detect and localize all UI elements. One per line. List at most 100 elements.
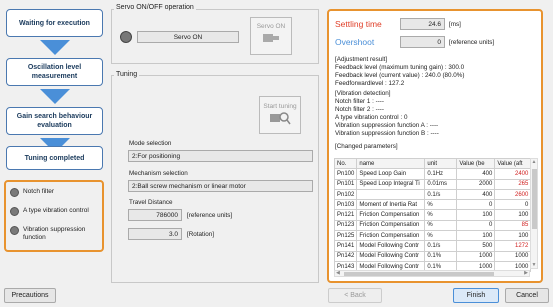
table-cell: 2600: [494, 188, 532, 201]
status-dot-icon: [10, 188, 19, 197]
cancel-button[interactable]: Cancel: [505, 288, 549, 303]
step-waiting: Waiting for execution: [6, 9, 103, 37]
table-cell: 0: [494, 199, 532, 211]
servo-on-button[interactable]: Servo ON: [250, 17, 292, 55]
table-cell: 400: [456, 168, 496, 180]
precautions-button[interactable]: Precautions: [4, 288, 56, 303]
table-row[interactable]: Pn100 Speed Loop Gain 0.1Hz 400 2400: [333, 168, 532, 180]
table-row[interactable]: Pn123 Friction Compensation% 0 85: [333, 219, 532, 232]
table-cell: 2400: [494, 168, 532, 180]
back-button[interactable]: < Back: [328, 288, 382, 303]
table-cell: Moment of Inertia Rat: [356, 199, 426, 211]
scroll-left-icon[interactable]: ◀: [336, 270, 340, 276]
scroll-up-icon[interactable]: ▲: [531, 159, 537, 165]
table-row[interactable]: Pn103 Moment of Inertia Rat% 0 0: [333, 199, 532, 211]
table-cell: %: [424, 199, 458, 211]
vibration-line: Notch filter 1 : ----: [335, 98, 384, 105]
table-cell: 0.01ms: [424, 178, 458, 190]
table-cell: Pn101: [333, 178, 358, 190]
settling-time-label: Settling time: [335, 19, 382, 29]
adjustment-line: Feedforwardlevel : 127.2: [335, 80, 405, 87]
table-row[interactable]: Pn141 Model Following Contr 0.1/s 500 1272: [333, 240, 532, 252]
table-cell: Speed Loop Gain: [356, 168, 426, 180]
table-cell: Pn102: [333, 188, 358, 201]
changed-parameters-title: [Changed parameters]: [335, 143, 398, 150]
table-cell: 400: [456, 188, 496, 201]
scroll-h-thumb[interactable]: [344, 272, 494, 276]
table-cell: 100: [494, 230, 532, 242]
down-arrow-icon: [40, 40, 70, 55]
mode-selection-label: Mode selection: [129, 140, 172, 147]
servo-motor-icon: [263, 34, 279, 42]
table-cell: Pn103: [333, 199, 358, 211]
table-row[interactable]: Pn125 Friction Compensation% 100 100: [333, 230, 532, 242]
column-header[interactable]: Value (aft: [494, 157, 532, 170]
table-cell: 0.1Hz: [424, 168, 458, 180]
mode-selection-field: 2:For positioning: [128, 150, 313, 162]
finish-button[interactable]: Finish: [453, 288, 499, 303]
table-scrollbar[interactable]: ▲ ▼: [530, 158, 538, 269]
vibration-detection-title: [Vibration detection]: [335, 90, 391, 97]
table-cell: Pn141: [333, 240, 358, 252]
status-legend: Notch filter A type vibration control Vi…: [4, 180, 104, 252]
legend-notch-filter: Notch filter: [23, 188, 55, 195]
table-cell: Friction Compensation: [356, 209, 426, 221]
down-arrow-icon: [40, 89, 70, 104]
mechanism-selection-field: 2:Ball screw mechanism or linear motor: [128, 180, 313, 192]
servo-status-field: Servo ON: [137, 31, 239, 43]
adjustment-result-title: [Adjustment result]: [335, 56, 388, 63]
table-cell: 0: [456, 219, 496, 232]
scroll-right-icon[interactable]: ▶: [524, 270, 528, 276]
table-cell: 265: [494, 178, 532, 190]
scroll-thumb[interactable]: [532, 169, 537, 229]
vibration-line: Vibration suppression function A : ----: [335, 122, 439, 129]
servo-status-indicator: [120, 31, 132, 43]
tuning-group-title: Tuning: [114, 71, 140, 78]
table-cell: 100: [456, 230, 496, 242]
table-cell: Speed Loop Integral Ti: [356, 178, 426, 190]
table-cell: [356, 188, 426, 201]
table-cell: %: [424, 230, 458, 242]
rotation-unit-label: [Rotation]: [187, 231, 214, 238]
step-oscillation: Oscillation level measurement: [6, 58, 103, 86]
column-header[interactable]: Value (be: [456, 157, 496, 170]
settling-time-field: 24.6: [400, 18, 445, 30]
scroll-down-icon[interactable]: ▼: [531, 262, 537, 268]
vibration-line: A type vibration control : 0: [335, 114, 408, 121]
travel-distance-field: 786000: [128, 209, 182, 221]
step-tuning-completed: Tuning completed: [6, 146, 103, 170]
tuning-magnifier-icon: [270, 112, 291, 125]
table-cell: Pn100: [333, 168, 358, 180]
travel-unit-label: [reference units]: [187, 212, 233, 219]
status-dot-icon: [10, 207, 19, 216]
table-cell: 85: [494, 219, 532, 232]
adjustment-line: Feedback level (maximum tuning gain) : 3…: [335, 64, 465, 71]
column-header[interactable]: No.: [333, 157, 358, 170]
start-tuning-button[interactable]: Start tuning: [259, 96, 301, 134]
travel-distance-label: Travel Distance: [129, 199, 173, 206]
status-dot-icon: [10, 226, 19, 235]
servo-group-title: Servo ON/OFF operation: [114, 4, 196, 11]
table-row[interactable]: Pn121 Friction Compensation% 100 100: [333, 209, 532, 221]
table-cell: 1272: [494, 240, 532, 252]
table-cell: Pn125: [333, 230, 358, 242]
table-row[interactable]: Pn101 Speed Loop Integral Ti 0.01ms 2000 265: [333, 178, 532, 190]
settling-time-unit: [ms]: [449, 21, 461, 28]
column-header[interactable]: name: [356, 157, 426, 170]
vibration-line: Notch filter 2 : ----: [335, 106, 384, 113]
table-row[interactable]: Pn142 Model Following Contr 0.1% 1000 1000: [333, 250, 532, 262]
result-panel: Settling time 24.6 [ms] Overshoot 0 [ref…: [327, 9, 543, 283]
legend-vibration-suppression: Vibration suppression function: [23, 226, 86, 241]
column-header[interactable]: unit: [424, 157, 458, 170]
h-scrollbar[interactable]: ◀ ▶: [334, 270, 530, 277]
overshoot-label: Overshoot: [335, 37, 375, 47]
table-row[interactable]: Pn102 0.1/s 400 2600: [333, 188, 532, 201]
table-cell: 1000: [456, 250, 496, 262]
table-cell: Pn123: [333, 219, 358, 232]
table-cell: 500: [456, 240, 496, 252]
table-cell: 1000: [494, 250, 532, 262]
table-cell: 0.1%: [424, 250, 458, 262]
adjustment-line: Feedback level (current value) : 240.0 (…: [335, 72, 465, 79]
table-cell: 100: [494, 209, 532, 221]
table-cell: %: [424, 219, 458, 232]
